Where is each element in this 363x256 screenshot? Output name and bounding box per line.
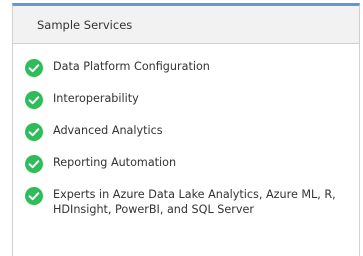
list-item: Reporting Automation <box>25 153 359 173</box>
list-item-label: Experts in Azure Data Lake Analytics, Az… <box>53 188 336 216</box>
check-circle-icon <box>25 123 43 141</box>
list-item: Interoperability <box>25 89 359 109</box>
services-card: Sample Services Data Platform Configurat… <box>12 3 360 256</box>
list-item-label: Advanced Analytics <box>53 124 163 137</box>
list-item: Data Platform Configuration <box>25 57 359 77</box>
list-item-label: Data Platform Configuration <box>53 60 210 73</box>
card-header: Sample Services <box>13 6 359 44</box>
list-item-label: Reporting Automation <box>53 156 177 169</box>
check-circle-icon <box>25 59 43 77</box>
check-circle-icon <box>25 155 43 173</box>
list-item: Advanced Analytics <box>25 121 359 141</box>
card-title: Sample Services <box>37 17 133 32</box>
list-item: Experts in Azure Data Lake Analytics, Az… <box>25 185 359 217</box>
check-circle-icon <box>25 187 43 205</box>
services-list: Data Platform Configuration Interoperabi… <box>13 44 359 217</box>
list-item-label: Interoperability <box>53 92 139 105</box>
check-circle-icon <box>25 91 43 109</box>
